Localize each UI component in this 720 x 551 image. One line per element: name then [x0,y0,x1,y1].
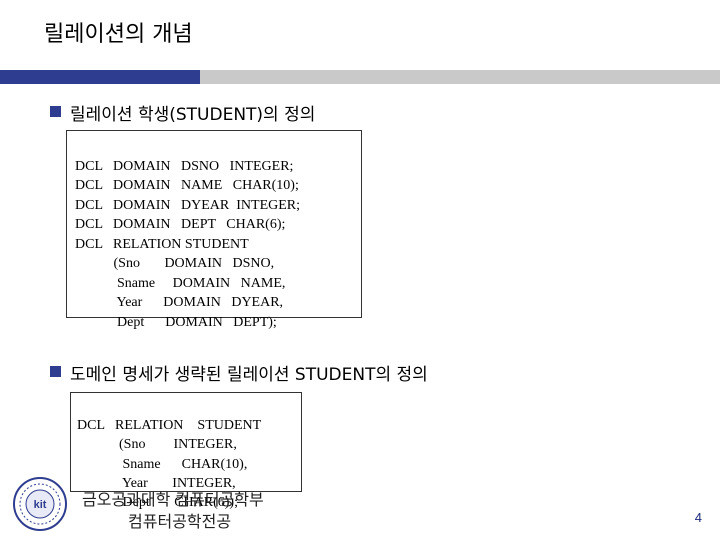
section2-heading: 도메인 명세가 생략된 릴레이션 STUDENT의 정의 [70,365,428,385]
svg-text:kit: kit [34,499,47,511]
slide-title: 릴레이션의 개념 [44,22,193,47]
code-line: DCL RELATION STUDENT [75,236,249,252]
section1-heading: 릴레이션 학생(STUDENT)의 정의 [70,105,316,125]
code-line: Dept DOMAIN DEPT); [75,314,277,330]
section1-code: DCL DOMAIN DSNO INTEGER; DCL DOMAIN NAME … [75,137,300,371]
code-line: DCL RELATION STUDENT [77,418,262,434]
code-line: Year DOMAIN DYEAR, [75,295,284,310]
code-line: DCL DOMAIN DEPT CHAR(6); [75,217,286,232]
title-rule-accent [0,70,200,84]
bullet-square-icon [50,106,61,117]
code-line: (Sno INTEGER, [77,437,237,453]
code-line: (Sno DOMAIN DSNO, [75,256,275,271]
section2-code-box: DCL RELATION STUDENT (Sno INTEGER, Sname… [70,392,302,510]
title-rule-gray [200,70,720,84]
footer-department: 컴퓨터공학전공 [128,512,232,531]
code-line: DCL DOMAIN NAME CHAR(10); [75,178,299,193]
page-number: 4 [694,510,702,525]
bullet-square-icon [50,366,61,377]
university-seal-icon: kit [12,476,68,532]
code-line: Sname DOMAIN NAME, [75,275,286,291]
code-line: Sname CHAR(10), [77,456,248,472]
code-line: DCL DOMAIN DYEAR INTEGER; [75,197,301,213]
footer-school: 금오공과대학 컴퓨터공학부 [82,490,264,509]
code-line: DCL DOMAIN DSNO INTEGER; [75,158,294,174]
section1-code-box: DCL DOMAIN DSNO INTEGER; DCL DOMAIN NAME … [66,130,362,330]
